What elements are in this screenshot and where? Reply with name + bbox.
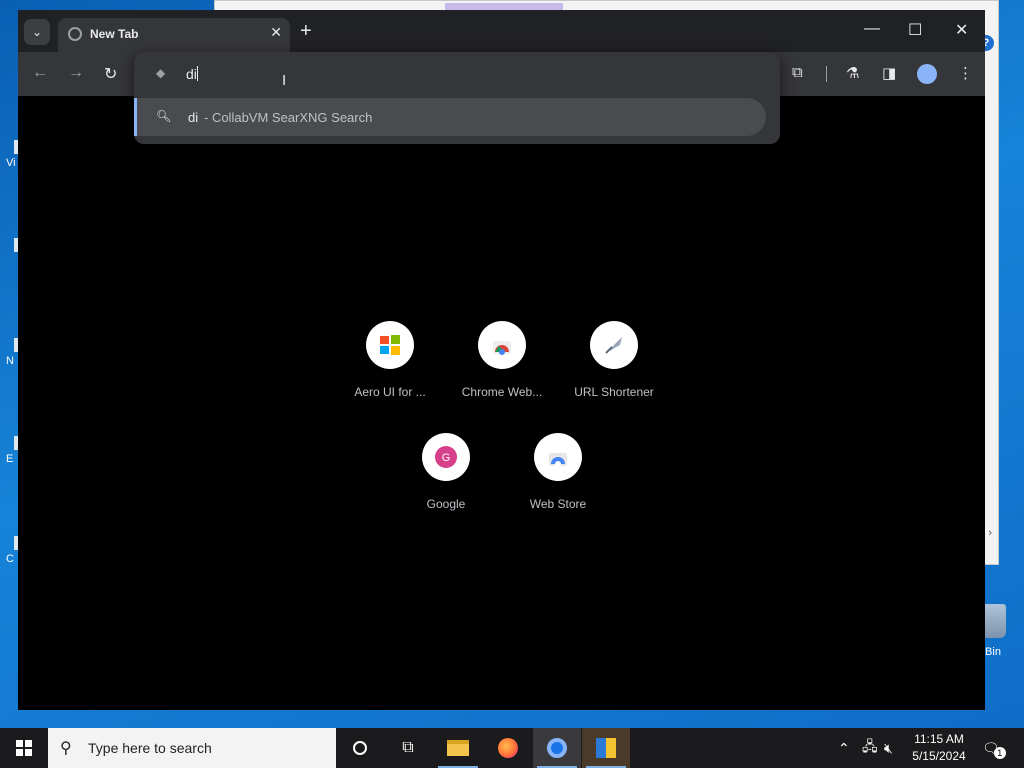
folder-icon bbox=[447, 740, 469, 756]
minimize-button[interactable]: — bbox=[864, 20, 880, 38]
firefox-button[interactable] bbox=[484, 728, 532, 768]
url-shortener-icon bbox=[605, 337, 622, 354]
volume-muted-icon: 🔇︎ bbox=[884, 739, 893, 756]
omnibox-dropdown: ◆ di I 🔍︎ di - CollabVM SearXNG Search bbox=[134, 52, 780, 144]
windows-start-icon-part bbox=[16, 749, 23, 756]
suggestion-focus-bar bbox=[134, 98, 137, 136]
search-icon: ⚲ bbox=[60, 740, 72, 757]
taskbar-search-placeholder: Type here to search bbox=[88, 740, 212, 756]
windows-start-icon-part bbox=[25, 740, 32, 747]
google-letter: G bbox=[442, 452, 451, 464]
shortcut-label: Chrome Web... bbox=[461, 385, 543, 399]
menu-icon[interactable]: ⋮ bbox=[958, 64, 973, 82]
profile-avatar[interactable] bbox=[917, 64, 937, 84]
shortcut-tile-google[interactable]: G Google bbox=[390, 433, 502, 511]
google-letter-icon: G bbox=[435, 446, 457, 468]
close-window-button[interactable]: ✕ bbox=[955, 20, 968, 40]
shortcut-tile-aero-ui[interactable]: Aero UI for ... bbox=[334, 321, 446, 399]
web-store-icon bbox=[549, 453, 567, 467]
shortcut-label: Web Store bbox=[529, 497, 587, 511]
extensions-icon[interactable]: ⧉ bbox=[792, 64, 803, 81]
tab-search-button[interactable]: ⌄ bbox=[24, 19, 50, 45]
toolbar-divider bbox=[826, 66, 827, 82]
windows-start-icon-part bbox=[25, 749, 32, 756]
start-button[interactable] bbox=[16, 740, 32, 756]
file-explorer-button[interactable] bbox=[434, 728, 482, 768]
shortcut-icon-circle bbox=[366, 321, 414, 369]
omnibox-suggestion[interactable]: 🔍︎ di - CollabVM SearXNG Search bbox=[134, 98, 766, 136]
cortana-circle-icon bbox=[353, 741, 367, 755]
side-panel-icon[interactable]: ◨ bbox=[882, 64, 896, 82]
title-bar: ⌄ New Tab ✕ + — ☐ ✕ bbox=[18, 10, 985, 52]
tab-new-tab[interactable]: New Tab ✕ bbox=[58, 18, 290, 52]
clock[interactable]: 11:15 AM 5/15/2024 bbox=[904, 731, 974, 765]
globe-icon bbox=[68, 27, 82, 41]
network-button[interactable]: 🖧︎ bbox=[862, 728, 878, 768]
shortcut-label: URL Shortener bbox=[574, 385, 654, 399]
taskbar-search-box[interactable]: ⚲ Type here to search bbox=[48, 728, 336, 768]
shield-icon bbox=[596, 738, 616, 758]
new-tab-button[interactable]: + bbox=[300, 20, 312, 42]
reload-button[interactable]: ↻ bbox=[104, 64, 117, 84]
chrome-taskbar-button[interactable] bbox=[533, 728, 581, 768]
tab-title: New Tab bbox=[90, 27, 139, 41]
task-view-button[interactable]: ⧉ bbox=[384, 728, 432, 768]
chevron-right-icon[interactable]: › bbox=[988, 527, 992, 539]
ibeam-cursor-icon: I bbox=[282, 72, 287, 89]
clock-time: 11:15 AM bbox=[914, 732, 964, 746]
shortcut-icon-circle bbox=[590, 321, 638, 369]
notification-center-button[interactable]: 🗨︎ 1 bbox=[982, 728, 1006, 768]
forward-button[interactable]: → bbox=[68, 64, 84, 82]
shortcut-icon-circle: G bbox=[422, 433, 470, 481]
chevron-up-icon: ⌃ bbox=[838, 739, 850, 756]
windows-start-icon bbox=[16, 740, 23, 747]
maximize-button[interactable]: ☐ bbox=[908, 20, 922, 40]
shortcut-tile-url-shortener[interactable]: URL Shortener bbox=[558, 321, 670, 399]
windows-setup-button[interactable] bbox=[582, 728, 630, 768]
chevron-down-icon: ⌄ bbox=[31, 25, 43, 39]
omnibox-input-row[interactable]: ◆ di I bbox=[134, 60, 780, 90]
suggestion-description: - CollabVM SearXNG Search bbox=[204, 110, 373, 125]
back-button[interactable]: ← bbox=[32, 64, 48, 82]
shortcut-tile-chrome-web-store[interactable]: Chrome Web... bbox=[446, 321, 558, 399]
omnibox-input[interactable]: di bbox=[186, 66, 198, 82]
tab-close-icon[interactable]: ✕ bbox=[270, 24, 282, 41]
shortcut-tile-web-store[interactable]: Web Store bbox=[502, 433, 614, 511]
taskbar: ⚲ Type here to search ⧉ ⌃ 🖧︎ 🔇︎ 11:15 AM… bbox=[0, 728, 1024, 768]
shortcut-icon-circle bbox=[534, 433, 582, 481]
notification-count: 1 bbox=[993, 747, 1006, 759]
search-icon: 🔍︎ bbox=[156, 109, 172, 123]
cortana-button[interactable] bbox=[336, 728, 384, 768]
volume-button[interactable]: 🔇︎ bbox=[884, 728, 893, 768]
clock-date: 5/15/2024 bbox=[912, 749, 966, 763]
task-view-icon: ⧉ bbox=[402, 739, 414, 756]
suggestion-query: di bbox=[188, 110, 199, 125]
text-caret bbox=[196, 66, 198, 81]
windows-logo-icon bbox=[380, 335, 400, 355]
network-icon: 🖧︎ bbox=[862, 738, 878, 754]
chrome-icon bbox=[547, 738, 567, 758]
show-hidden-icons-button[interactable]: ⌃ bbox=[838, 728, 850, 768]
chrome-window: ⌄ New Tab ✕ + — ☐ ✕ ← → ↻ ⧉ ⚗ ◨ ⋮ ◆ di I… bbox=[18, 10, 985, 710]
shortcut-icon-circle bbox=[478, 321, 526, 369]
shortcut-label: Google bbox=[426, 497, 466, 511]
searxng-site-icon: ◆ bbox=[156, 66, 166, 80]
firefox-icon bbox=[498, 738, 518, 758]
chrome-web-store-icon bbox=[493, 341, 511, 355]
labs-icon[interactable]: ⚗ bbox=[846, 64, 859, 82]
shortcut-label: Aero UI for ... bbox=[354, 385, 426, 399]
